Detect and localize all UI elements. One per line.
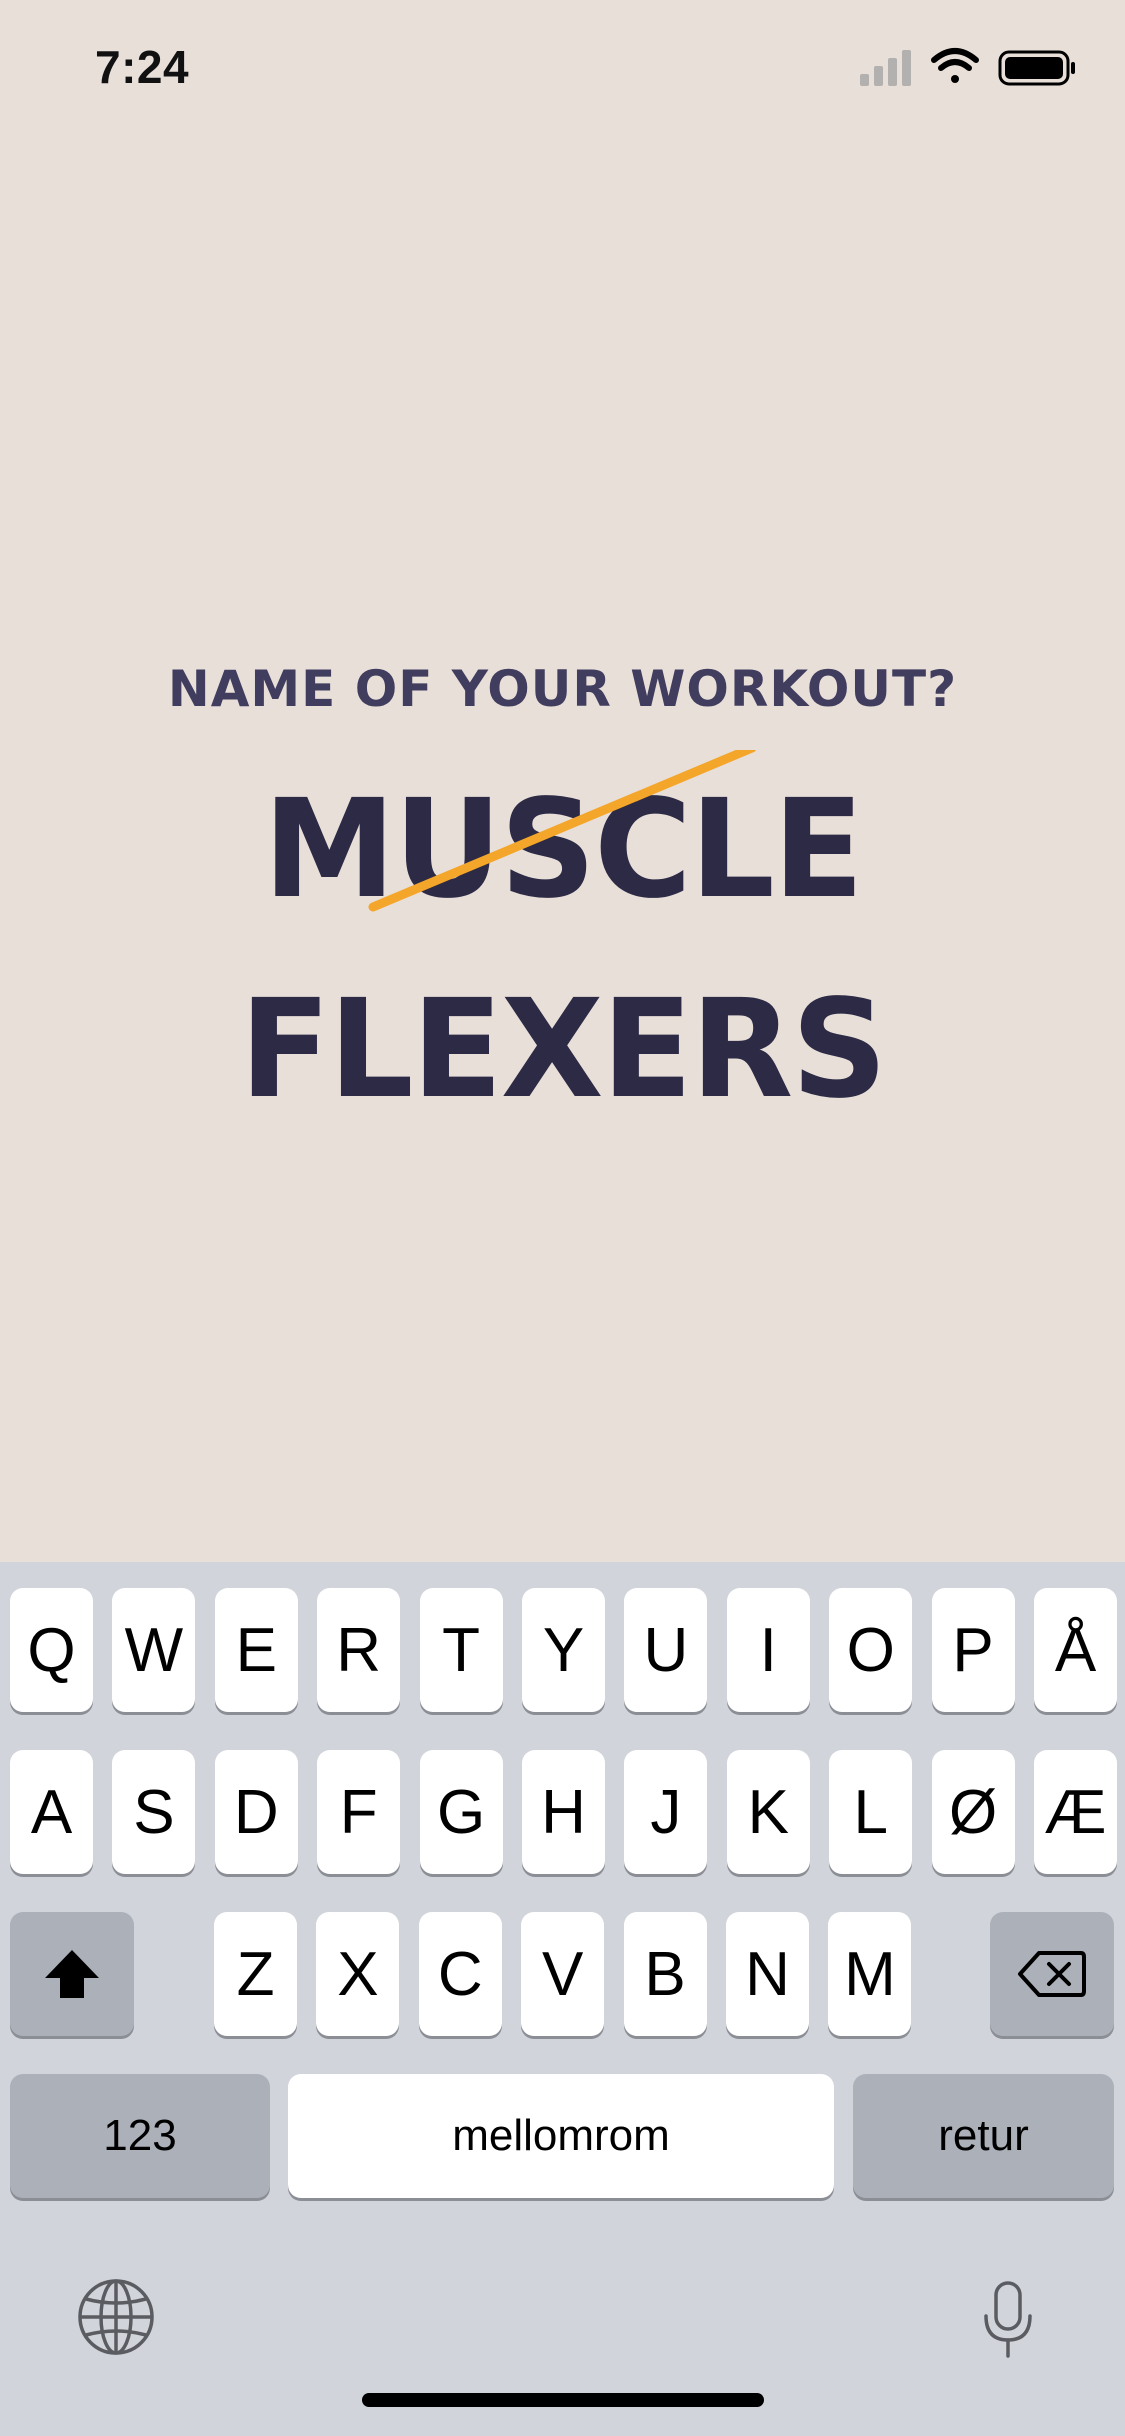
key[interactable]: K	[726, 1750, 810, 1874]
shift-key[interactable]	[10, 1912, 134, 2036]
key[interactable]: N	[726, 1912, 809, 2036]
backspace-icon	[1018, 1951, 1086, 1997]
key[interactable]: U	[624, 1588, 708, 1712]
key[interactable]: C	[418, 1912, 502, 2036]
status-time: 7:24	[95, 41, 190, 93]
workout-name-field[interactable]: MUSCLE FLEXERS	[0, 750, 1125, 1129]
key[interactable]: W	[112, 1588, 196, 1712]
key[interactable]: G	[419, 1750, 503, 1874]
key[interactable]: A	[10, 1750, 93, 1874]
key[interactable]: X	[316, 1912, 400, 2036]
key[interactable]: J	[624, 1750, 708, 1874]
key[interactable]: I	[726, 1588, 810, 1712]
globe-icon[interactable]	[76, 2277, 156, 2357]
key[interactable]: Q	[10, 1588, 93, 1712]
key[interactable]: V	[521, 1912, 605, 2036]
key[interactable]: O	[829, 1588, 913, 1712]
key[interactable]: P	[931, 1588, 1015, 1712]
key[interactable]: T	[419, 1588, 503, 1712]
key[interactable]: Æ	[1034, 1750, 1117, 1874]
numbers-key[interactable]: 123	[10, 2074, 270, 2198]
key[interactable]: R	[317, 1588, 401, 1712]
key[interactable]: S	[112, 1750, 196, 1874]
shift-arrow-icon	[45, 1950, 99, 1998]
key[interactable]: Y	[522, 1588, 605, 1712]
status-icons	[860, 46, 1080, 90]
space-key[interactable]: mellomrom	[288, 2074, 834, 2198]
cellular-signal-icon	[860, 50, 911, 86]
keyboard: QWERTYUIOPÅ ASDFGHJKLØÆ ZXCVBNM 123 mell…	[0, 1562, 1125, 2436]
key[interactable]: Z	[214, 1912, 297, 2036]
home-indicator	[362, 2393, 764, 2407]
key[interactable]: B	[623, 1912, 707, 2036]
wifi-icon	[931, 48, 979, 83]
key[interactable]: L	[829, 1750, 913, 1874]
workout-name-text: MUSCLE FLEXERS	[239, 771, 888, 1129]
battery-icon	[998, 50, 1075, 86]
key[interactable]: Ø	[931, 1750, 1015, 1874]
key[interactable]: E	[214, 1588, 298, 1712]
status-bar: 7:24	[0, 0, 1125, 140]
key[interactable]: Å	[1034, 1588, 1117, 1712]
key[interactable]: F	[317, 1750, 401, 1874]
key[interactable]: H	[522, 1750, 605, 1874]
key[interactable]: D	[214, 1750, 298, 1874]
microphone-icon[interactable]	[980, 2280, 1036, 2360]
delete-key[interactable]	[990, 1912, 1114, 2036]
question-heading: NAME OF YOUR WORKOUT?	[167, 660, 958, 718]
key[interactable]: M	[828, 1912, 912, 2036]
return-key[interactable]: retur	[853, 2074, 1114, 2198]
